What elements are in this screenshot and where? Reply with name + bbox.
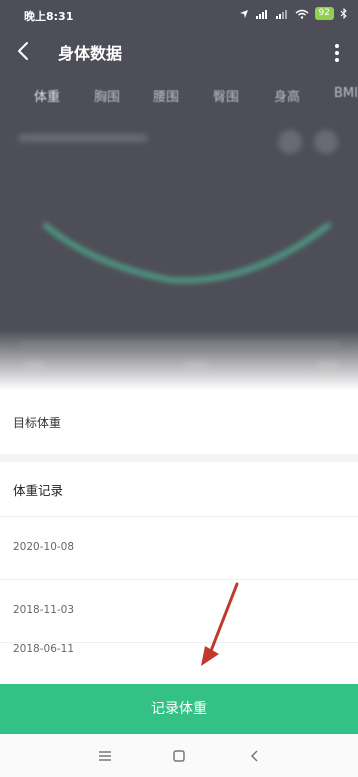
wifi-icon — [295, 9, 309, 19]
battery-icon: 92 — [314, 7, 334, 20]
status-icons: 92 — [239, 7, 348, 20]
system-nav-bar — [0, 734, 358, 777]
tab-weight[interactable]: 体重 — [34, 86, 60, 105]
weight-records-header: 体重记录 — [0, 462, 358, 517]
weight-records-title: 体重记录 — [13, 483, 64, 498]
weight-chart — [0, 114, 358, 390]
tab-bmi[interactable]: BMI — [334, 86, 358, 101]
status-bar: 晚上8:31 92 — [0, 0, 358, 30]
record-date: 2020-10-08 — [13, 541, 75, 553]
menu-icon[interactable] — [96, 747, 114, 765]
home-icon[interactable] — [170, 747, 188, 765]
back-arrow-icon[interactable] — [14, 38, 34, 64]
annotation-arrow-icon — [201, 582, 239, 666]
signal-icon — [255, 9, 267, 19]
page-title: 身体数据 — [58, 44, 123, 63]
tab-waist[interactable]: 腰围 — [153, 86, 179, 105]
more-options-icon[interactable] — [334, 42, 340, 64]
bluetooth-icon — [340, 8, 347, 19]
tab-hip[interactable]: 臀围 — [213, 86, 239, 105]
back-icon[interactable] — [246, 747, 264, 765]
location-icon — [239, 9, 248, 18]
signal-2-icon — [275, 9, 287, 19]
record-weight-button[interactable]: 记录体重 — [0, 684, 358, 734]
chart-fade — [0, 330, 358, 390]
record-row[interactable]: 2018-11-03 — [0, 580, 358, 643]
tab-height[interactable]: 身高 — [274, 86, 300, 105]
status-time: 晚上8:31 — [24, 10, 74, 23]
app-header: 身体数据 — [0, 30, 358, 76]
goal-weight-row[interactable]: 目标体重 — [0, 392, 358, 462]
record-row[interactable]: 2020-10-08 — [0, 517, 358, 580]
goal-weight-label: 目标体重 — [13, 416, 62, 430]
tab-chest[interactable]: 胸围 — [94, 86, 120, 105]
metric-tabs: 体重 胸围 腰围 臀围 身高 BMI — [0, 76, 358, 114]
record-date: 2018-06-11 — [13, 643, 75, 655]
record-date: 2018-11-03 — [13, 604, 75, 616]
